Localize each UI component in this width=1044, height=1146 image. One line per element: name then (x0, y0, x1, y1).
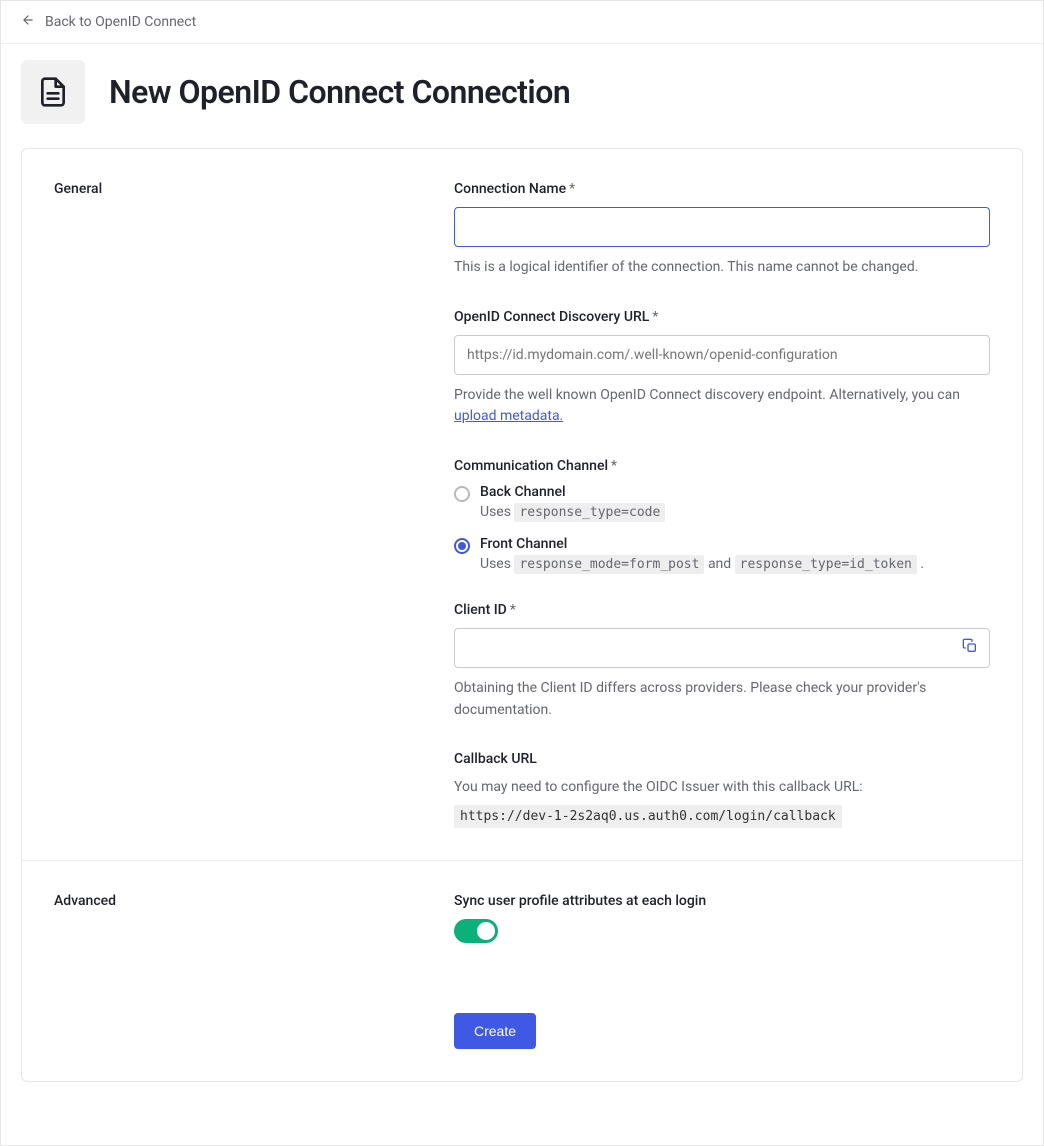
back-link-label: Back to OpenID Connect (45, 14, 196, 30)
connection-name-label: Connection Name (454, 181, 566, 197)
required-mark: * (652, 309, 658, 325)
callback-url-help: You may need to configure the OIDC Issue… (454, 777, 990, 799)
sync-profile-toggle[interactable] (454, 919, 498, 943)
connection-name-help: This is a logical identifier of the conn… (454, 257, 990, 279)
client-id-help: Obtaining the Client ID differs across p… (454, 678, 990, 721)
copy-icon (962, 638, 978, 658)
section-advanced: Advanced Sync user profile attributes at… (22, 860, 1022, 1081)
field-callback-url: Callback URL You may need to configure t… (454, 751, 990, 828)
discovery-url-help: Provide the well known OpenID Connect di… (454, 385, 990, 428)
radio-back-channel[interactable]: Back Channel Uses response_type=code (454, 484, 990, 520)
client-id-label: Client ID (454, 602, 507, 618)
radio-front-channel[interactable]: Front Channel Uses response_mode=form_po… (454, 536, 990, 572)
copy-button[interactable] (958, 636, 982, 660)
field-sync-profile: Sync user profile attributes at each log… (454, 893, 990, 943)
page-title: New OpenID Connect Connection (109, 73, 570, 111)
section-title-advanced: Advanced (54, 893, 454, 1049)
field-discovery-url: OpenID Connect Discovery URL * Provide t… (454, 309, 990, 428)
field-communication-channel: Communication Channel * Back Channel Use… (454, 458, 990, 572)
client-id-input[interactable] (454, 628, 990, 668)
document-icon (21, 60, 85, 124)
comm-channel-label: Communication Channel (454, 458, 608, 474)
back-link[interactable]: Back to OpenID Connect (1, 1, 1043, 44)
discovery-url-input[interactable] (454, 335, 990, 375)
connection-name-input[interactable] (454, 207, 990, 247)
field-client-id: Client ID * Obtaining the Client (454, 602, 990, 721)
required-mark: * (611, 458, 617, 474)
arrow-left-icon (21, 13, 35, 31)
discovery-url-label: OpenID Connect Discovery URL (454, 309, 649, 325)
required-mark: * (569, 181, 575, 197)
callback-url-value: https://dev-1-2s2aq0.us.auth0.com/login/… (454, 805, 842, 828)
radio-back-channel-desc: Uses response_type=code (480, 504, 665, 520)
sync-profile-label: Sync user profile attributes at each log… (454, 893, 706, 909)
radio-back-channel-label: Back Channel (480, 484, 665, 500)
section-general: General Connection Name * This is a logi… (22, 149, 1022, 860)
radio-front-channel-desc: Uses response_mode=form_post and respons… (480, 556, 924, 572)
section-title-general: General (54, 181, 454, 828)
radio-icon (454, 538, 470, 554)
page-header: New OpenID Connect Connection (1, 44, 1043, 148)
radio-icon (454, 486, 470, 502)
radio-front-channel-label: Front Channel (480, 536, 924, 552)
callback-url-label: Callback URL (454, 751, 537, 767)
form-card: General Connection Name * This is a logi… (21, 148, 1023, 1082)
toggle-knob (477, 922, 495, 940)
upload-metadata-link[interactable]: upload metadata. (454, 408, 563, 424)
required-mark: * (510, 602, 516, 618)
field-connection-name: Connection Name * This is a logical iden… (454, 181, 990, 279)
create-button[interactable]: Create (454, 1013, 536, 1049)
